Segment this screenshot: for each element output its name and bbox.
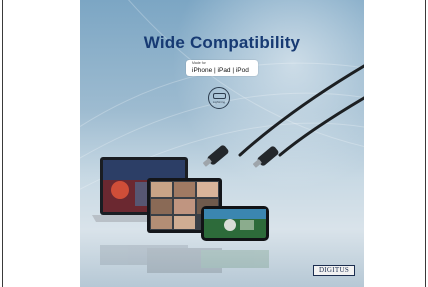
port-shape <box>213 93 226 99</box>
product-image: Wide Compatibility Made for iPhone | iPa… <box>80 0 364 287</box>
made-for-label: Made for <box>192 61 206 65</box>
cable-connector-left <box>203 145 229 167</box>
lightning-label: Lightning <box>212 100 226 104</box>
cable-connector-right <box>253 146 279 168</box>
phone-device <box>201 206 269 241</box>
lightning-port-icon: Lightning <box>208 87 230 109</box>
digitus-logo: DIGITUS <box>313 265 355 276</box>
made-for-apple-badge: Made for iPhone | iPad | iPod <box>186 60 258 76</box>
headline: Wide Compatibility <box>143 33 301 52</box>
device-list: iPhone | iPad | iPod <box>192 66 249 74</box>
device-reflections <box>100 245 269 273</box>
